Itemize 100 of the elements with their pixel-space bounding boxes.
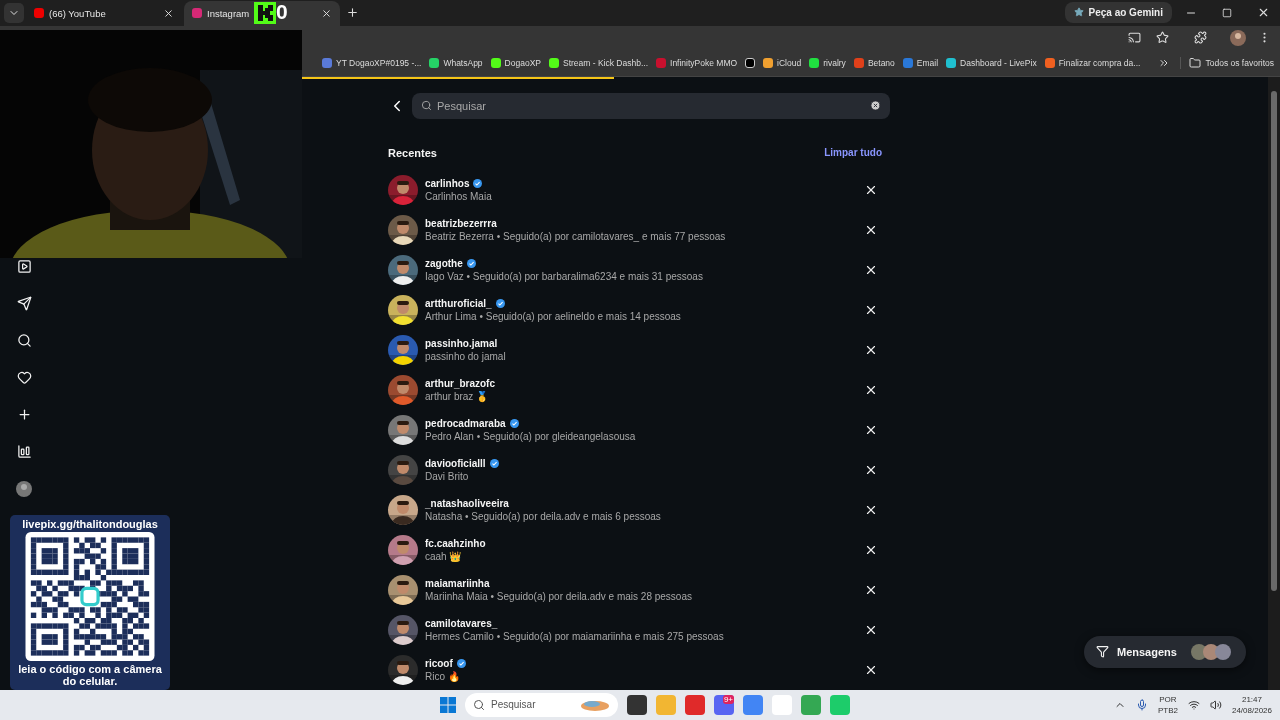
all-bookmarks-button[interactable]: Todos os favoritos	[1180, 56, 1274, 69]
chart-icon[interactable]	[16, 443, 32, 459]
mic-icon[interactable]	[1135, 698, 1148, 711]
bookmark[interactable]: DogaoXP	[490, 57, 541, 68]
subtitle: Mariinha Maia • Seguido(a) por deila.adv e mais 28 pessoas	[425, 590, 693, 602]
recent-item[interactable]: maiamariinha Mariinha Maia • Seguido(a) por deila.adv e mais 28 pessoas	[388, 569, 882, 610]
reels-icon[interactable]	[16, 258, 32, 274]
username: arthur_brazofc	[425, 377, 495, 389]
profile-avatar-icon[interactable]	[1230, 29, 1246, 46]
network-icon[interactable]	[1187, 698, 1200, 711]
windows-start-icon[interactable]	[440, 696, 456, 713]
username: fc.caahzinho	[425, 537, 486, 549]
messages-button[interactable]: Mensagens	[1084, 635, 1246, 668]
notification-badge: 9+	[722, 694, 734, 704]
bookmark[interactable]: Email	[902, 57, 939, 68]
favicon-icon	[490, 57, 501, 68]
browser-tab[interactable]: (66) YouTube	[26, 0, 182, 26]
bookmark[interactable]: Finalizar compra da...	[1044, 57, 1141, 68]
recent-item[interactable]: _natashaoliveeira Natasha • Seguido(a) por deila.adv e mais 6 pessoas	[388, 489, 882, 530]
username: passinho.jamal	[425, 337, 498, 349]
plus-icon	[345, 6, 359, 20]
subtitle: Arthur Lima • Seguido(a) por aelineldo e mais 14 pessoas	[425, 310, 682, 322]
favicon-icon	[946, 57, 957, 68]
favicon-icon	[853, 57, 864, 68]
username: ricoof	[425, 657, 453, 669]
recent-item[interactable]: camilotavares_ Hermes Camilo • Seguido(a) por maiamariinha e mais 275 pessoas	[388, 609, 882, 650]
subtitle: Natasha • Seguido(a) por deila.adv e mais 6 pessoas	[425, 510, 662, 522]
recent-item[interactable]: pedrocadmaraba Pedro Alan • Seguido(a) por gleideangelasousa	[388, 409, 882, 450]
username: camilotavares_	[425, 617, 498, 629]
puzzle-icon	[1193, 31, 1207, 45]
bookmark[interactable]: iCloud	[763, 57, 802, 68]
search-icon	[473, 698, 485, 711]
bookmark[interactable]: Dashboard - LivePix	[946, 57, 1037, 68]
username: zagothe	[425, 257, 463, 269]
subtitle: passinho do jamal	[425, 350, 507, 362]
recent-item[interactable]: artthuroficial_ Arthur Lima • Seguido(a) por aelineldo e mais 14 pessoas	[388, 289, 882, 330]
taskbar-app-icon[interactable]	[627, 694, 647, 715]
subtitle: caah 👑	[425, 550, 463, 562]
username: pedrocadmaraba	[425, 417, 506, 429]
bookmark[interactable]: InfinityPoke MMO	[656, 57, 738, 68]
search-field[interactable]: Pesquisar	[412, 92, 890, 119]
language-indicator[interactable]: POR PTB2	[1157, 693, 1178, 716]
clear-all-link[interactable]: Limpar tudo	[824, 147, 882, 159]
gemini-button[interactable]: Peça ao Gemini	[1064, 1, 1172, 23]
search-icon	[421, 99, 432, 111]
clear-icon[interactable]	[870, 99, 881, 111]
favicon-icon	[809, 57, 820, 68]
restore-icon	[1222, 7, 1232, 18]
favicon-icon	[1044, 57, 1055, 68]
subtitle: Carlinhos Maia	[425, 190, 493, 202]
username: beatrizbezerrra	[425, 217, 497, 229]
bookmark[interactable]: Betano	[853, 57, 895, 68]
recent-item[interactable]: carlinhos Carlinhos Maia	[388, 169, 882, 210]
recent-item[interactable]: zagothe Iago Vaz • Seguido(a) por barbaralima6234 e mais 31 pessoas	[388, 249, 882, 290]
favicon-icon	[549, 57, 559, 68]
bookmark[interactable]: rivalry	[809, 57, 846, 68]
qr-caption: leia o código com a câmera do celular.	[17, 663, 163, 687]
browser-tab[interactable]: Instagram 0	[184, 0, 340, 26]
counter-text: 0	[276, 0, 288, 24]
clock[interactable]: 21:47 24/08/2026	[1231, 693, 1272, 716]
recent-item[interactable]: beatrizbezerrra Beatriz Bezerra • Seguido(a) por camilotavares_ e mais 77 pessoas	[388, 209, 882, 250]
close-icon[interactable]	[163, 7, 174, 19]
recent-item[interactable]: daviooficialll Davi Brito	[388, 449, 882, 490]
subtitle: Pedro Alan • Seguido(a) por gleideangelasousa	[425, 430, 637, 442]
cast-icon	[1127, 31, 1141, 45]
taskbar-search[interactable]: Pesquisar	[465, 692, 618, 717]
bookmark[interactable]: Stream - Kick Dashb...	[549, 57, 648, 68]
favicon-icon	[429, 57, 440, 68]
username: _natashaoliveeira	[425, 497, 509, 509]
subtitle: Davi Brito	[425, 470, 470, 482]
username: artthuroficial_	[425, 297, 492, 309]
subtitle: arthur braz 🥇	[425, 390, 490, 402]
favicon-icon	[763, 57, 774, 68]
logo-icon	[254, 1, 276, 24]
subtitle: Hermes Camilo • Seguido(a) por maiamariinha e mais 275 pessoas	[425, 630, 725, 642]
subtitle: Iago Vaz • Seguido(a) por barbaralima6234 e mais 31 pessoas	[425, 270, 704, 282]
recent-item[interactable]: fc.caahzinho caah 👑	[388, 529, 882, 570]
username: carlinhos	[425, 177, 470, 189]
plus-icon[interactable]	[16, 406, 32, 422]
bookmark[interactable]	[745, 57, 756, 68]
heart-icon[interactable]	[16, 369, 32, 385]
folder-icon	[1189, 56, 1202, 69]
volume-icon[interactable]	[1209, 698, 1222, 711]
profile-avatar-icon[interactable]	[16, 480, 32, 497]
close-icon[interactable]	[321, 7, 332, 19]
favicon-icon	[322, 57, 332, 68]
bookmark[interactable]: WhatsApp	[429, 57, 483, 68]
qr-url: livepix.gg/thalitondouglas	[22, 518, 158, 530]
scrollbar-thumb[interactable]	[1271, 90, 1277, 591]
favicon-icon	[656, 57, 666, 68]
section-title: Recentes	[388, 146, 437, 159]
recent-item[interactable]: passinho.jamal passinho do jamal	[388, 329, 882, 370]
favicon-icon	[745, 57, 756, 68]
recent-item[interactable]: arthur_brazofc arthur braz 🥇	[388, 369, 882, 410]
bookmark[interactable]: YT DogaoXP#0195 -...	[322, 57, 422, 68]
favicon-icon	[902, 57, 913, 68]
subtitle: Beatriz Bezerra • Seguido(a) por camilotavares_ e mais 77 pessoas	[425, 230, 727, 242]
search-icon[interactable]	[16, 332, 32, 348]
tab-list-button[interactable]	[4, 2, 24, 23]
taskbar-app-icon[interactable]: 9+	[714, 694, 734, 715]
